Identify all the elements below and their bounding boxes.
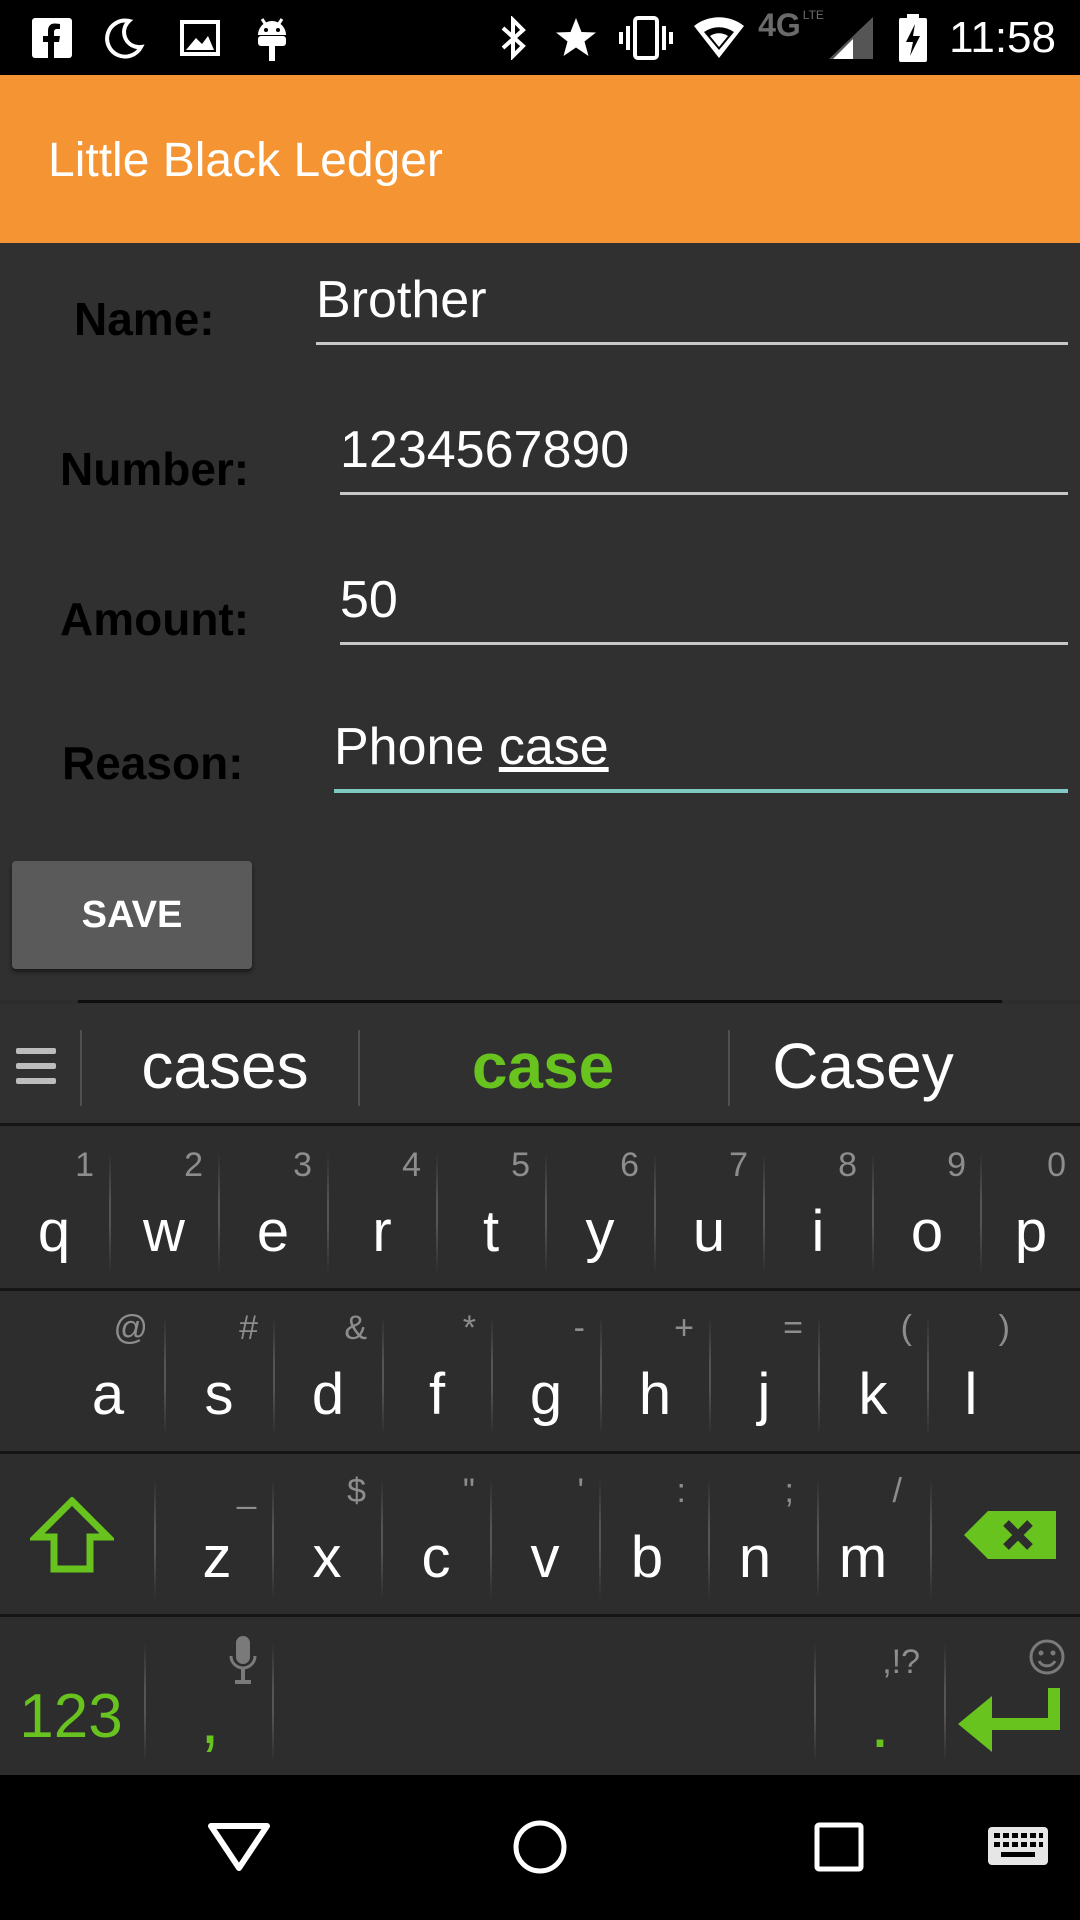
emoji-icon xyxy=(1029,1639,1065,1675)
key-j[interactable]: = j xyxy=(711,1294,817,1454)
key-u[interactable]: 7u xyxy=(656,1131,762,1291)
suggestion-3[interactable]: Casey xyxy=(732,1026,994,1106)
key-e[interactable]: 3e xyxy=(220,1131,326,1291)
reason-label: Reason: xyxy=(62,737,244,789)
home-icon[interactable] xyxy=(508,1815,572,1879)
symbols-key[interactable]: 123 xyxy=(0,1620,142,1780)
suggestion-1[interactable]: cases xyxy=(90,1026,360,1106)
status-bar: 4G LTE 11:58 xyxy=(0,0,1080,75)
android-icon xyxy=(248,14,296,62)
comma-key[interactable]: , xyxy=(148,1620,272,1780)
key-o[interactable]: 9o xyxy=(874,1131,980,1291)
name-value: Brother xyxy=(316,271,487,329)
key-p[interactable]: 0p xyxy=(982,1131,1080,1291)
key-d[interactable]: & d xyxy=(275,1294,381,1454)
reason-value: Phone case xyxy=(334,718,609,776)
name-label: Name: xyxy=(74,293,215,345)
facebook-icon xyxy=(28,14,76,62)
key-z[interactable]: _ z xyxy=(164,1457,270,1617)
key-i[interactable]: 8i xyxy=(765,1131,871,1291)
key-g[interactable]: -g xyxy=(493,1294,599,1454)
shift-key[interactable] xyxy=(0,1457,152,1617)
number-field[interactable]: 1234567890 xyxy=(340,415,1068,495)
enter-icon xyxy=(958,1688,1060,1752)
amount-value: 50 xyxy=(340,571,398,629)
key-s[interactable]: # s xyxy=(166,1294,272,1454)
suggestion-divider xyxy=(80,1030,82,1106)
key-row-3: _ z $ x " c ' v :b ; n / m xyxy=(0,1457,1080,1617)
key-w[interactable]: 2w xyxy=(111,1131,217,1291)
app-bar: Little Black Ledger xyxy=(0,75,1080,243)
moon-icon xyxy=(100,14,148,62)
save-button[interactable]: SAVE xyxy=(12,861,252,969)
reason-field[interactable]: Phone case xyxy=(334,713,1068,793)
navigation-bar xyxy=(0,1775,1080,1920)
key-h[interactable]: + h xyxy=(602,1294,708,1454)
key-k[interactable]: (k xyxy=(820,1294,926,1454)
clock: 11:58 xyxy=(949,13,1056,62)
suggestion-2[interactable]: case xyxy=(362,1026,724,1106)
back-icon[interactable] xyxy=(206,1815,272,1879)
star-icon xyxy=(552,14,600,62)
key-b[interactable]: :b xyxy=(594,1457,700,1617)
number-label: Number: xyxy=(60,443,250,495)
key-row-1: 1q 2w 3e 4r 5t 6y 7u 8i 9o 0p xyxy=(0,1131,1080,1291)
composing-text: case xyxy=(498,718,609,776)
amount-label: Amount: xyxy=(60,593,250,645)
key-v[interactable]: ' v xyxy=(492,1457,598,1617)
key-c[interactable]: " c xyxy=(383,1457,489,1617)
vibrate-icon xyxy=(618,14,674,62)
key-row-4: 123 , ,!? . xyxy=(0,1620,1080,1775)
keyboard-icon[interactable] xyxy=(986,1815,1050,1879)
suggestion-strip: cases case Casey xyxy=(0,1004,1080,1126)
keyboard-divider xyxy=(78,1000,1002,1003)
key-t[interactable]: 5t xyxy=(438,1131,544,1291)
backspace-key[interactable] xyxy=(934,1457,1080,1617)
backspace-icon xyxy=(964,1511,1056,1559)
enter-key[interactable] xyxy=(948,1620,1080,1780)
number-value: 1234567890 xyxy=(340,421,630,479)
period-key[interactable]: ,!? . xyxy=(818,1620,942,1780)
microphone-icon xyxy=(229,1636,257,1684)
app-title: Little Black Ledger xyxy=(48,134,443,187)
signal-icon xyxy=(826,14,876,62)
recents-icon[interactable] xyxy=(810,1815,868,1879)
shift-icon xyxy=(30,1497,114,1573)
ledger-form: Name: Brother Number: 1234567890 Amount:… xyxy=(0,243,1080,1000)
key-r[interactable]: 4r xyxy=(329,1131,435,1291)
key-n[interactable]: ; n xyxy=(702,1457,808,1617)
4g-lte-icon: 4G LTE xyxy=(758,7,824,43)
key-l[interactable]: ) l xyxy=(918,1294,1024,1454)
bluetooth-icon xyxy=(492,14,536,62)
key-a[interactable]: @ a xyxy=(54,1294,162,1454)
image-icon xyxy=(176,14,224,62)
soft-keyboard: cases case Casey 1q 2w 3e 4r 5t 6y 7u 8i… xyxy=(0,1000,1080,1775)
key-row-2: @ a # s & d * f -g + h = j (k ) l xyxy=(0,1294,1080,1454)
wifi-icon xyxy=(690,14,748,62)
amount-field[interactable]: 50 xyxy=(340,565,1068,645)
key-x[interactable]: $ x xyxy=(274,1457,380,1617)
menu-icon[interactable] xyxy=(14,1044,62,1092)
suggestion-divider xyxy=(358,1030,360,1106)
key-f[interactable]: * f xyxy=(384,1294,490,1454)
battery-charging-icon xyxy=(896,14,930,62)
key-y[interactable]: 6y xyxy=(547,1131,653,1291)
suggestion-divider xyxy=(728,1030,730,1106)
name-field[interactable]: Brother xyxy=(316,265,1068,345)
key-q[interactable]: 1q xyxy=(0,1131,108,1291)
key-m[interactable]: / m xyxy=(810,1457,916,1617)
space-key[interactable] xyxy=(276,1620,812,1780)
